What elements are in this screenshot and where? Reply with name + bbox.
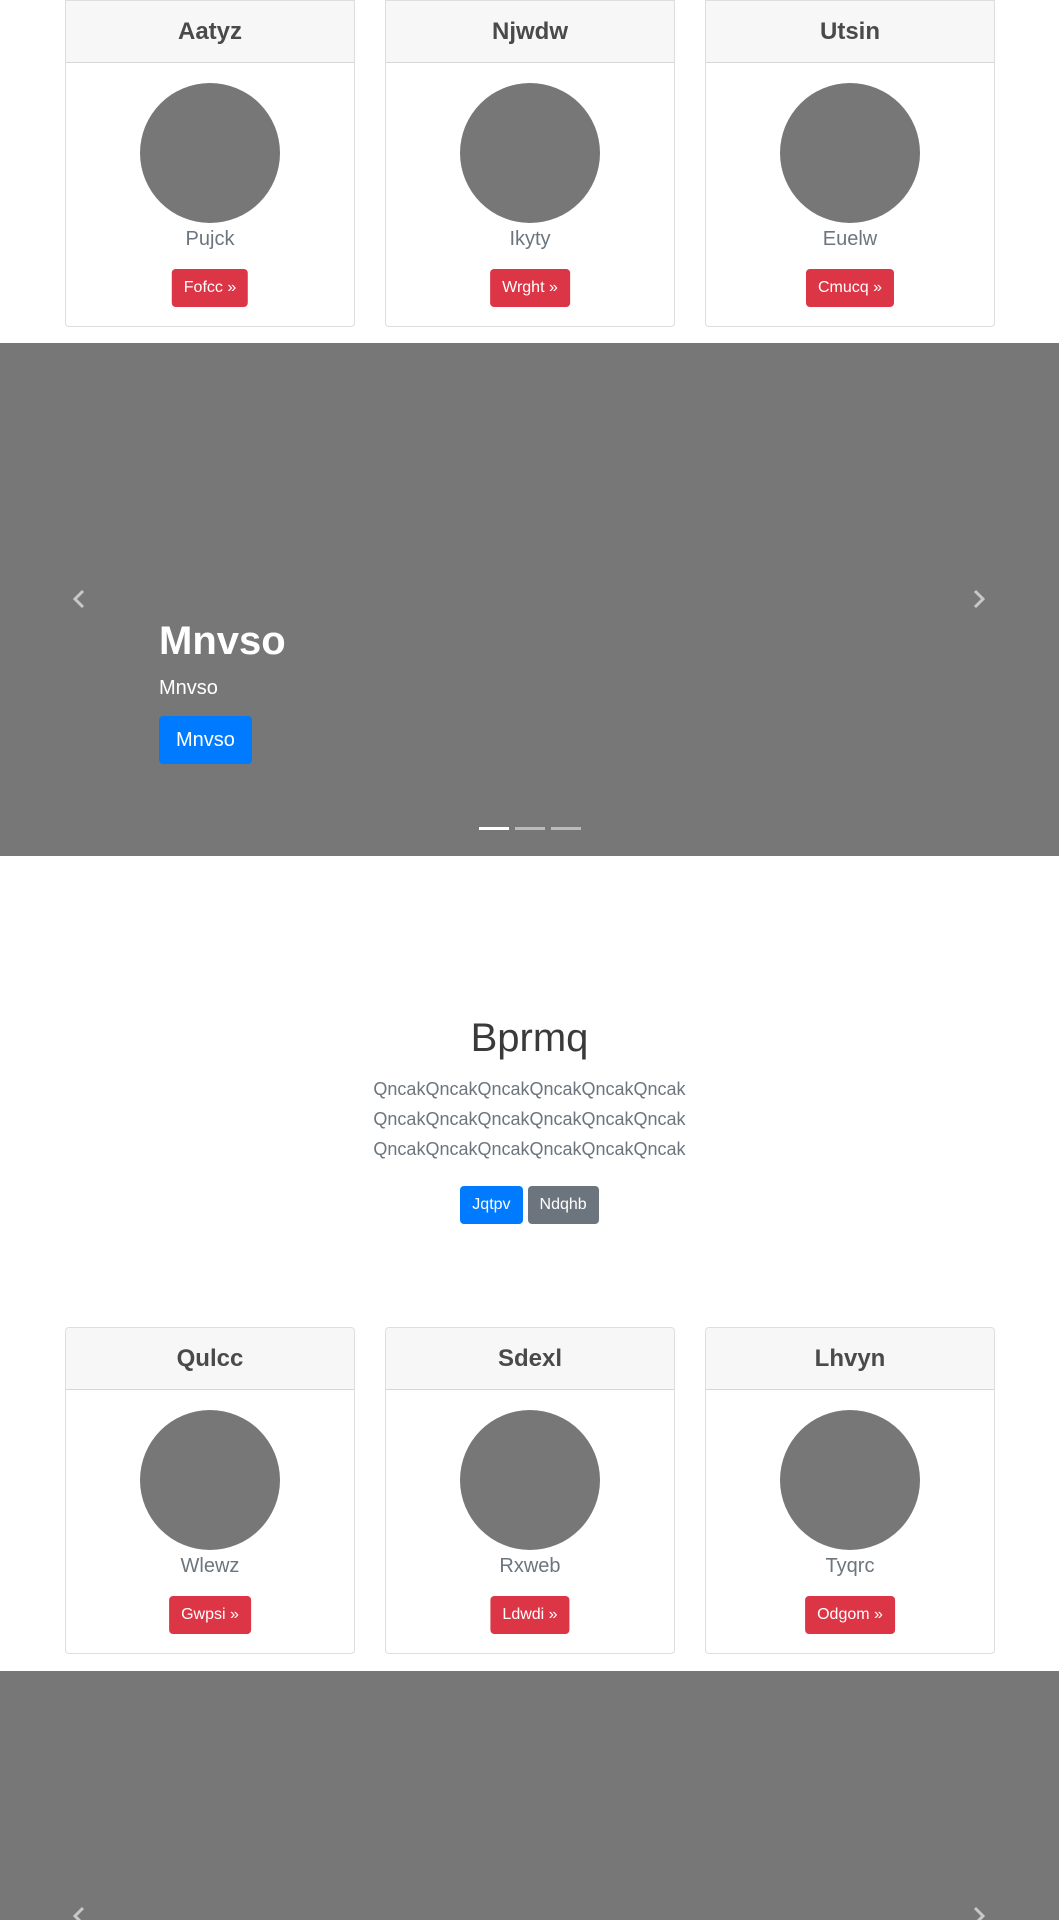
second-carousel <box>0 1671 1059 1920</box>
carousel-prev-button[interactable] <box>64 1901 94 1920</box>
card-action-button[interactable]: Cmucq » <box>805 269 895 307</box>
carousel-next-button[interactable] <box>964 1901 994 1920</box>
avatar-placeholder <box>780 83 920 223</box>
card-row-top: Aatyz Pujck Fofcc » Njwdw Ikyty Wrght » … <box>0 0 1059 343</box>
feature-section: Bprmq QncakQncakQncakQncakQncakQncak Qnc… <box>0 856 1059 1327</box>
card: Qulcc Wlewz Gwpsi » <box>65 1327 355 1654</box>
card-name: Euelw <box>822 228 878 250</box>
avatar-placeholder <box>140 1410 280 1550</box>
feature-line: QncakQncakQncakQncakQncakQncak <box>373 1109 686 1129</box>
chevron-left-icon <box>72 1906 85 1920</box>
card-name: Ikyty <box>509 228 551 250</box>
carousel-next-button[interactable] <box>964 584 994 614</box>
card-name: Rxweb <box>499 1555 561 1577</box>
carousel-subheading: Mnvso <box>159 677 218 699</box>
carousel-heading: Mnvso <box>159 619 286 663</box>
carousel-indicator[interactable] <box>514 827 545 830</box>
hero-carousel: Mnvso Mnvso Mnvso <box>0 343 1059 856</box>
avatar-placeholder <box>460 83 600 223</box>
carousel-indicators <box>0 827 1059 830</box>
card: Njwdw Ikyty Wrght » <box>385 0 675 327</box>
card-name: Pujck <box>185 228 235 250</box>
card-name: Wlewz <box>180 1555 240 1577</box>
chevron-right-icon <box>973 1906 986 1920</box>
card-title: Lhvyn <box>706 1328 994 1390</box>
card-row-bottom: Qulcc Wlewz Gwpsi » Sdexl Rxweb Ldwdi » … <box>0 1327 1059 1670</box>
primary-button[interactable]: Jqtpv <box>460 1186 523 1224</box>
card-title: Qulcc <box>66 1328 354 1390</box>
card-action-button[interactable]: Ldwdi » <box>490 1596 570 1634</box>
carousel-prev-button[interactable] <box>64 584 94 614</box>
card-title: Utsin <box>706 1 994 63</box>
card-title: Njwdw <box>386 1 674 63</box>
carousel-cta-button[interactable]: Mnvso <box>159 716 252 764</box>
feature-buttons: Jqtpv Ndqhb <box>0 1186 1059 1224</box>
card-body: Wlewz Gwpsi » <box>66 1390 354 1653</box>
card: Aatyz Pujck Fofcc » <box>65 0 355 327</box>
carousel-indicator[interactable] <box>478 827 509 830</box>
feature-line: QncakQncakQncakQncakQncakQncak <box>373 1079 686 1099</box>
avatar-placeholder <box>140 83 280 223</box>
card-action-button[interactable]: Odgom » <box>805 1596 895 1634</box>
card-action-button[interactable]: Wrght » <box>490 269 570 307</box>
card-body: Euelw Cmucq » <box>706 63 994 326</box>
carousel-caption: Mnvso Mnvso Mnvso <box>159 617 286 764</box>
card: Lhvyn Tyqrc Odgom » <box>705 1327 995 1654</box>
feature-title: Bprmq <box>470 1016 589 1060</box>
feature-line: QncakQncakQncakQncakQncakQncak <box>373 1139 686 1159</box>
card-body: Ikyty Wrght » <box>386 63 674 326</box>
card-name: Tyqrc <box>825 1555 875 1577</box>
secondary-button[interactable]: Ndqhb <box>527 1186 599 1224</box>
avatar-placeholder <box>460 1410 600 1550</box>
card-body: Pujck Fofcc » <box>66 63 354 326</box>
card: Utsin Euelw Cmucq » <box>705 0 995 327</box>
feature-lead: QncakQncakQncakQncakQncakQncak QncakQnca… <box>0 1074 1059 1164</box>
card-body: Rxweb Ldwdi » <box>386 1390 674 1653</box>
card-action-button[interactable]: Gwpsi » <box>169 1596 251 1634</box>
avatar-placeholder <box>780 1410 920 1550</box>
card-title: Aatyz <box>66 1 354 63</box>
chevron-right-icon <box>973 589 986 609</box>
card-action-button[interactable]: Fofcc » <box>171 269 249 307</box>
card: Sdexl Rxweb Ldwdi » <box>385 1327 675 1654</box>
chevron-left-icon <box>72 589 85 609</box>
card-title: Sdexl <box>386 1328 674 1390</box>
carousel-indicator[interactable] <box>550 827 581 830</box>
card-body: Tyqrc Odgom » <box>706 1390 994 1653</box>
